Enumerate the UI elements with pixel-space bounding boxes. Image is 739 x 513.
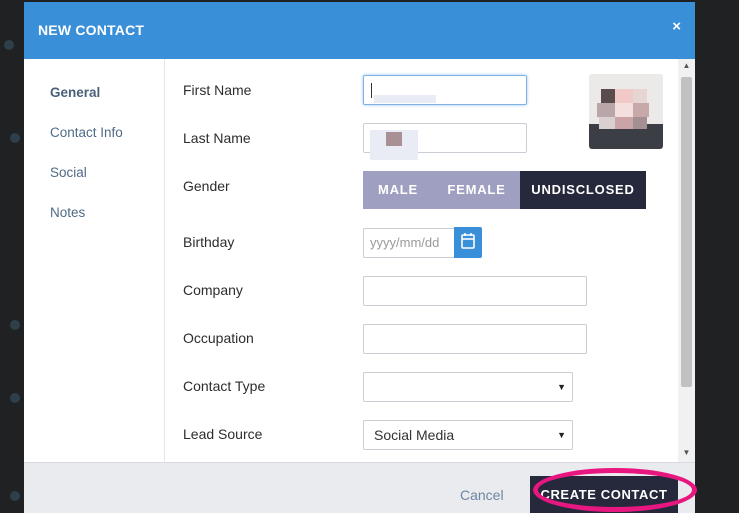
avatar[interactable] bbox=[589, 74, 663, 149]
gender-toggle: MALE FEMALE UNDISCLOSED bbox=[363, 171, 647, 209]
dropdown-arrow-icon: ▼ bbox=[557, 382, 566, 392]
nav-item-notes[interactable]: Notes bbox=[50, 205, 85, 220]
gender-label: Gender bbox=[183, 178, 230, 194]
lead-source-select[interactable]: Social Media ▼ bbox=[363, 420, 573, 450]
background-avatar-icon bbox=[10, 320, 20, 330]
side-nav: General Contact Info Social Notes bbox=[24, 59, 165, 462]
occupation-label: Occupation bbox=[183, 330, 254, 346]
nav-item-contact-info[interactable]: Contact Info bbox=[50, 125, 123, 140]
contact-type-select[interactable]: ▼ bbox=[363, 372, 573, 402]
new-contact-modal: NEW CONTACT × General Contact Info Socia… bbox=[24, 2, 695, 513]
create-contact-button[interactable]: CREATE CONTACT bbox=[530, 476, 678, 513]
company-field[interactable] bbox=[363, 276, 587, 306]
nav-item-social[interactable]: Social bbox=[50, 165, 87, 180]
birthday-label: Birthday bbox=[183, 234, 235, 250]
modal-header: NEW CONTACT × bbox=[24, 2, 695, 59]
background-avatar-icon bbox=[10, 133, 20, 143]
lead-source-label: Lead Source bbox=[183, 426, 263, 442]
birthday-field[interactable]: yyyy/mm/dd bbox=[363, 228, 455, 258]
gender-undisclosed-button[interactable]: UNDISCLOSED bbox=[520, 171, 646, 209]
redacted-value bbox=[374, 95, 436, 103]
redacted-value bbox=[386, 132, 402, 146]
modal-title: NEW CONTACT bbox=[38, 22, 145, 38]
scroll-up-icon[interactable]: ▲ bbox=[678, 61, 695, 73]
background-avatar-icon bbox=[4, 40, 14, 50]
scroll-thumb[interactable] bbox=[681, 77, 692, 387]
scroll-down-icon[interactable]: ▼ bbox=[678, 448, 695, 460]
calendar-icon[interactable] bbox=[454, 227, 482, 258]
last-name-label: Last Name bbox=[183, 130, 251, 146]
form-scrollbar[interactable]: ▲ ▼ bbox=[678, 59, 695, 462]
contact-type-label: Contact Type bbox=[183, 378, 266, 394]
background-page-left bbox=[0, 0, 24, 513]
nav-item-general[interactable]: General bbox=[50, 85, 100, 100]
first-name-label: First Name bbox=[183, 82, 252, 98]
first-name-field[interactable] bbox=[363, 75, 527, 105]
avatar-image bbox=[589, 74, 663, 149]
occupation-field[interactable] bbox=[363, 324, 587, 354]
text-caret bbox=[371, 83, 372, 98]
background-avatar-icon bbox=[10, 393, 20, 403]
gender-male-button[interactable]: MALE bbox=[363, 171, 433, 209]
gender-female-button[interactable]: FEMALE bbox=[433, 171, 520, 209]
background-page-right bbox=[695, 0, 739, 513]
last-name-field[interactable] bbox=[363, 123, 527, 160]
background-avatar-icon bbox=[10, 491, 20, 501]
modal-footer: Cancel CREATE CONTACT bbox=[24, 462, 695, 513]
company-label: Company bbox=[183, 282, 243, 298]
close-icon[interactable]: × bbox=[672, 18, 681, 35]
dropdown-arrow-icon: ▼ bbox=[557, 430, 566, 440]
cancel-button[interactable]: Cancel bbox=[460, 487, 504, 503]
lead-source-value: Social Media bbox=[374, 427, 455, 443]
